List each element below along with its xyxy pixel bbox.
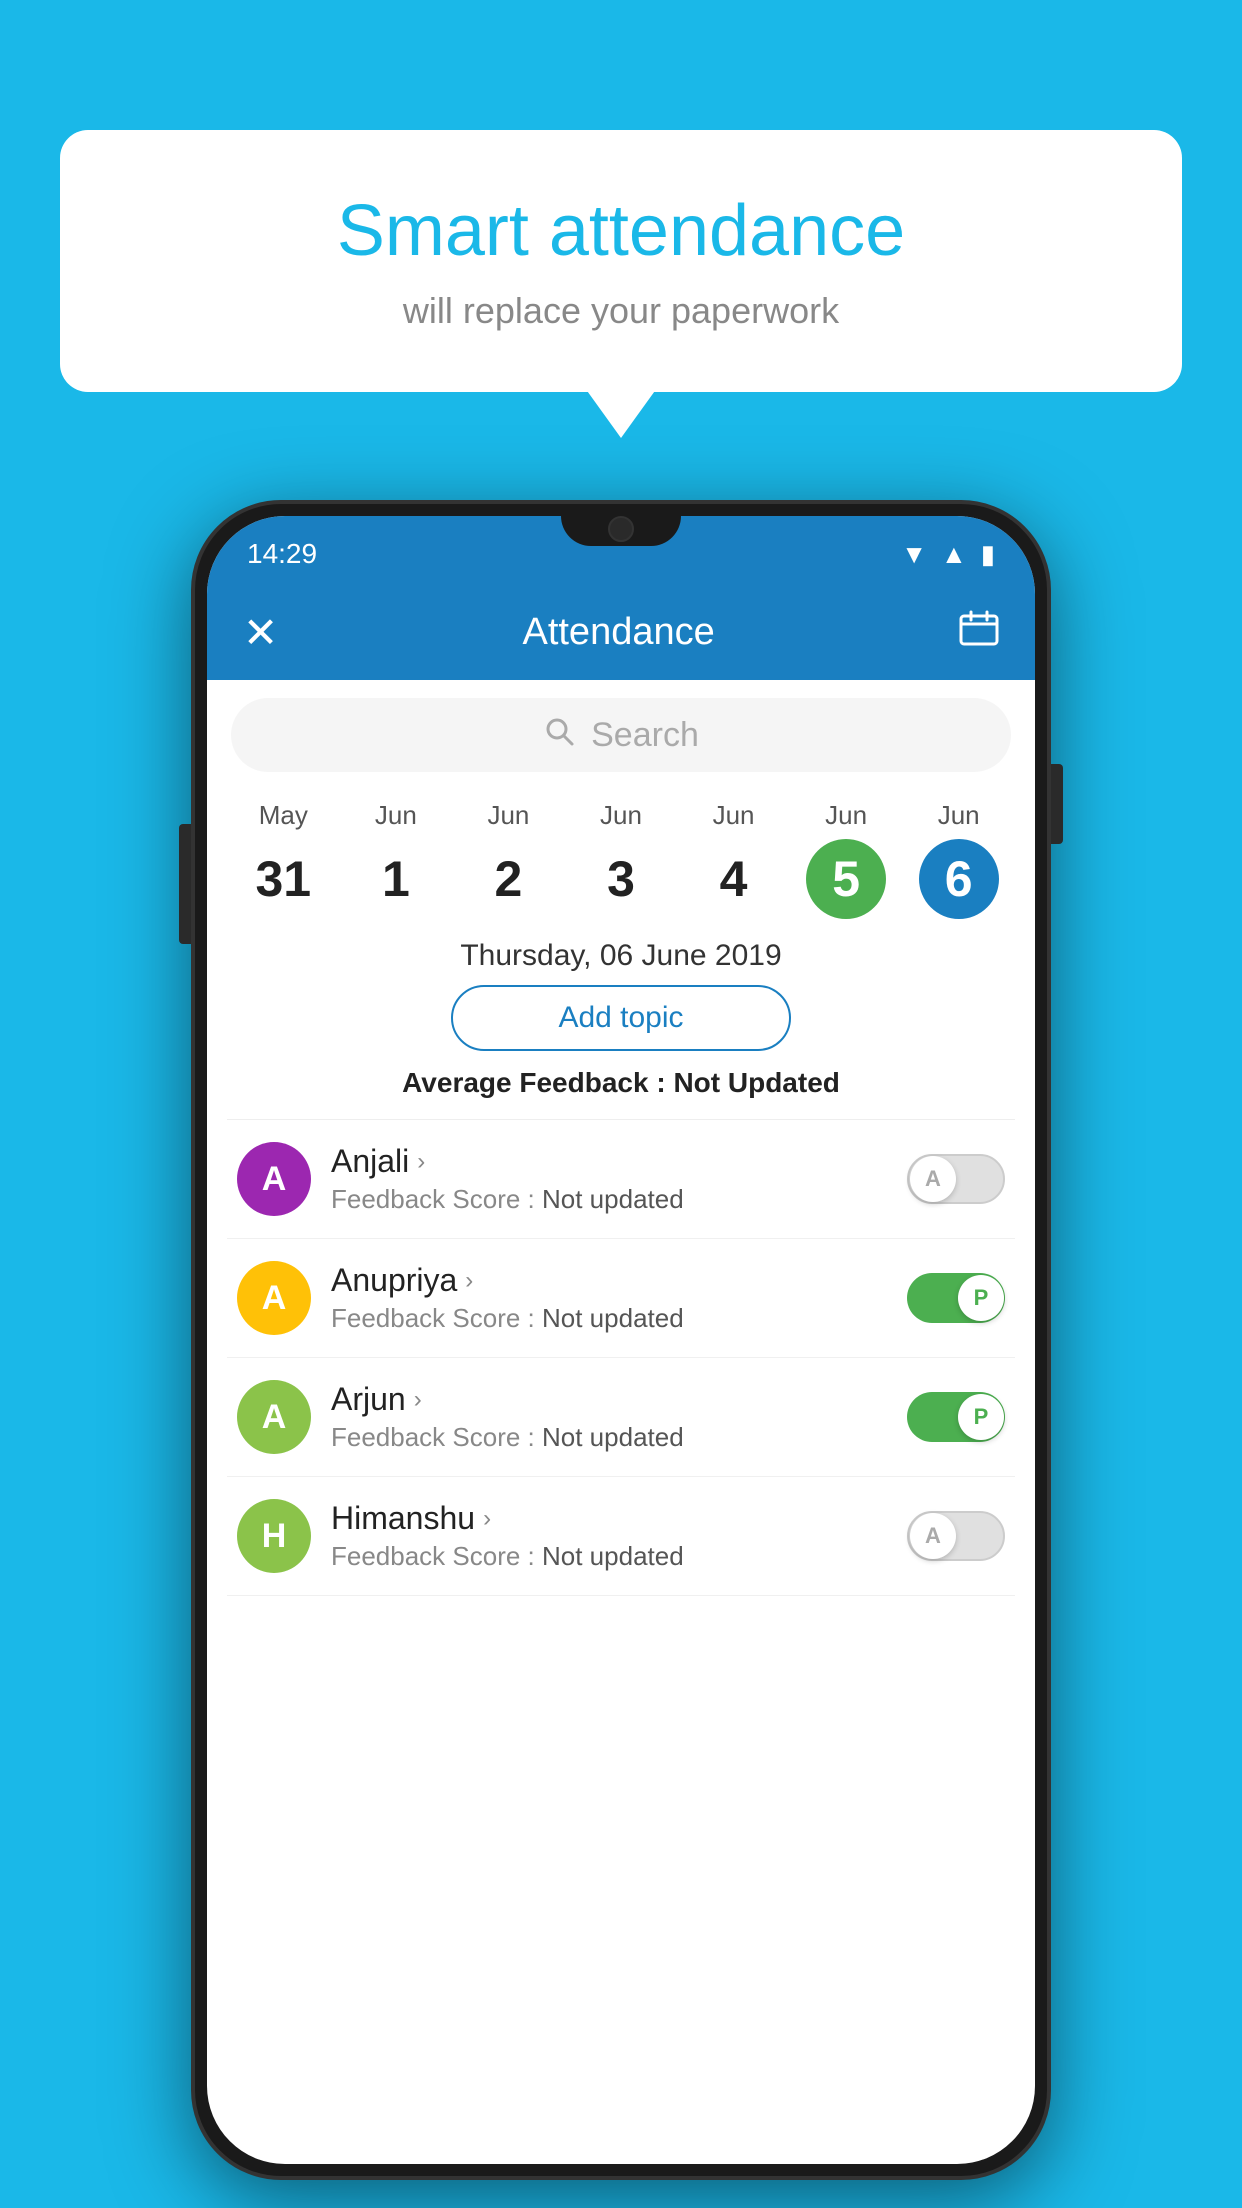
app-header: ✕ Attendance bbox=[207, 584, 1035, 680]
chevron-right-icon: › bbox=[417, 1148, 425, 1176]
student-name-anjali: Anjali › bbox=[331, 1143, 887, 1180]
front-camera bbox=[608, 516, 634, 542]
avatar-arjun: A bbox=[237, 1380, 311, 1454]
avatar-anjali: A bbox=[237, 1142, 311, 1216]
student-list: A Anjali › Feedback Score : Not updated … bbox=[207, 1120, 1035, 1596]
student-item-himanshu[interactable]: H Himanshu › Feedback Score : Not update… bbox=[227, 1477, 1015, 1596]
date-col-jun6[interactable]: Jun 6 bbox=[919, 800, 999, 919]
screen: 14:29 ▼ ▲ ▮ ✕ Attendance bbox=[207, 516, 1035, 2164]
toggle-wrapper-himanshu[interactable]: A bbox=[907, 1511, 1005, 1561]
date-col-jun1[interactable]: Jun 1 bbox=[356, 800, 436, 919]
toggle-wrapper-anupriya[interactable]: P bbox=[907, 1273, 1005, 1323]
app-title: Attendance bbox=[522, 611, 714, 654]
date-col-jun3[interactable]: Jun 3 bbox=[581, 800, 661, 919]
student-info-anupriya: Anupriya › Feedback Score : Not updated bbox=[331, 1262, 887, 1334]
chevron-right-icon: › bbox=[414, 1386, 422, 1414]
avg-feedback-label: Average Feedback : bbox=[402, 1067, 673, 1098]
toggle-wrapper-anjali[interactable]: A bbox=[907, 1154, 1005, 1204]
toggle-knob-anupriya: P bbox=[958, 1275, 1004, 1321]
avg-feedback-value: Not Updated bbox=[673, 1067, 839, 1098]
status-time: 14:29 bbox=[247, 538, 317, 570]
speech-bubble: Smart attendance will replace your paper… bbox=[60, 130, 1182, 392]
student-info-anjali: Anjali › Feedback Score : Not updated bbox=[331, 1143, 887, 1215]
date-col-may31[interactable]: May 31 bbox=[243, 800, 323, 919]
student-info-himanshu: Himanshu › Feedback Score : Not updated bbox=[331, 1500, 887, 1572]
attendance-toggle-arjun[interactable]: P bbox=[907, 1392, 1005, 1442]
toggle-knob-arjun: P bbox=[958, 1394, 1004, 1440]
toggle-wrapper-arjun[interactable]: P bbox=[907, 1392, 1005, 1442]
avatar-anupriya: A bbox=[237, 1261, 311, 1335]
notch bbox=[561, 504, 681, 546]
chevron-right-icon: › bbox=[465, 1267, 473, 1295]
phone-wrapper: 14:29 ▼ ▲ ▮ ✕ Attendance bbox=[191, 500, 1051, 2180]
search-placeholder: Search bbox=[591, 716, 699, 755]
student-item-arjun[interactable]: A Arjun › Feedback Score : Not updated P bbox=[227, 1358, 1015, 1477]
student-item-anupriya[interactable]: A Anupriya › Feedback Score : Not update… bbox=[227, 1239, 1015, 1358]
date-col-jun5[interactable]: Jun 5 bbox=[806, 800, 886, 919]
feedback-score-arjun: Feedback Score : Not updated bbox=[331, 1422, 887, 1453]
attendance-toggle-anjali[interactable]: A bbox=[907, 1154, 1005, 1204]
search-icon bbox=[543, 715, 575, 755]
bubble-title: Smart attendance bbox=[140, 190, 1102, 272]
status-icons: ▼ ▲ ▮ bbox=[901, 539, 995, 570]
search-bar[interactable]: Search bbox=[231, 698, 1011, 772]
avatar-himanshu: H bbox=[237, 1499, 311, 1573]
date-selector: May 31 Jun 1 Jun 2 Jun 3 bbox=[207, 790, 1035, 919]
battery-icon: ▮ bbox=[981, 539, 995, 570]
bubble-subtitle: will replace your paperwork bbox=[140, 290, 1102, 332]
screen-content: Search May 31 Jun 1 Jun 2 bbox=[207, 680, 1035, 2164]
speech-bubble-wrapper: Smart attendance will replace your paper… bbox=[60, 130, 1182, 392]
feedback-score-anupriya: Feedback Score : Not updated bbox=[331, 1303, 887, 1334]
selected-date: Thursday, 06 June 2019 bbox=[207, 939, 1035, 973]
signal-icon: ▲ bbox=[941, 539, 967, 570]
student-name-anupriya: Anupriya › bbox=[331, 1262, 887, 1299]
feedback-score-himanshu: Feedback Score : Not updated bbox=[331, 1541, 887, 1572]
student-name-himanshu: Himanshu › bbox=[331, 1500, 887, 1537]
student-name-arjun: Arjun › bbox=[331, 1381, 887, 1418]
close-button[interactable]: ✕ bbox=[243, 608, 278, 657]
calendar-icon[interactable] bbox=[959, 610, 999, 655]
chevron-right-icon: › bbox=[483, 1505, 491, 1533]
student-info-arjun: Arjun › Feedback Score : Not updated bbox=[331, 1381, 887, 1453]
student-item-anjali[interactable]: A Anjali › Feedback Score : Not updated … bbox=[227, 1120, 1015, 1239]
attendance-toggle-himanshu[interactable]: A bbox=[907, 1511, 1005, 1561]
toggle-knob-himanshu: A bbox=[910, 1513, 956, 1559]
wifi-icon: ▼ bbox=[901, 539, 927, 570]
date-col-jun4[interactable]: Jun 4 bbox=[694, 800, 774, 919]
avg-feedback: Average Feedback : Not Updated bbox=[207, 1067, 1035, 1099]
feedback-score-anjali: Feedback Score : Not updated bbox=[331, 1184, 887, 1215]
add-topic-button[interactable]: Add topic bbox=[451, 985, 791, 1051]
attendance-toggle-anupriya[interactable]: P bbox=[907, 1273, 1005, 1323]
toggle-knob-anjali: A bbox=[910, 1156, 956, 1202]
date-col-jun2[interactable]: Jun 2 bbox=[468, 800, 548, 919]
phone-outer: 14:29 ▼ ▲ ▮ ✕ Attendance bbox=[191, 500, 1051, 2180]
